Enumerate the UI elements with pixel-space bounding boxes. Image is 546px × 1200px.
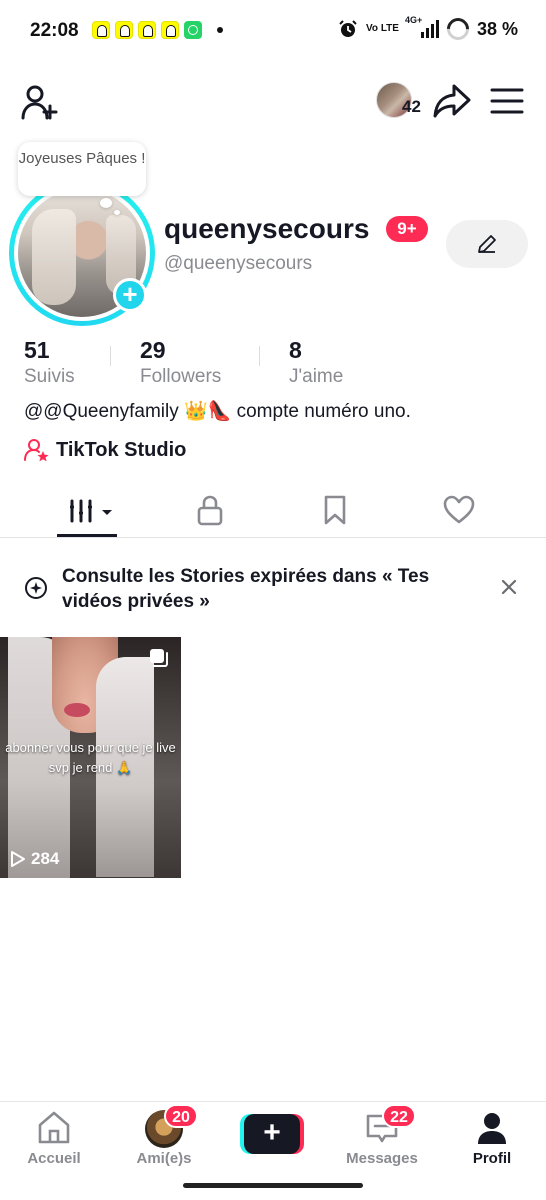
- story-sparkle-icon: [25, 577, 47, 599]
- nav-messages[interactable]: 22 Messages: [337, 1104, 427, 1167]
- profile-tabs: [0, 482, 546, 538]
- bookmark-icon: [324, 495, 346, 525]
- nav-label: Accueil: [27, 1150, 81, 1167]
- note-bubble[interactable]: Joyeuses Pâques !: [18, 142, 146, 196]
- more-notifications-dot: [217, 27, 223, 33]
- signal-icon: 4G+: [405, 15, 439, 38]
- tab-saved[interactable]: [305, 492, 365, 528]
- home-indicator[interactable]: [183, 1183, 363, 1188]
- note-bubble-text: Joyeuses Pâques !: [18, 150, 146, 167]
- profile-icon: [478, 1113, 506, 1144]
- stat-label: J'aime: [289, 366, 344, 387]
- grid-icon: [70, 499, 112, 523]
- video-caption: abonner vous pour que je live svp je ren…: [5, 740, 176, 775]
- stat-label: Followers: [140, 366, 222, 387]
- share-icon[interactable]: [432, 82, 472, 120]
- profile-views-count: 42: [402, 97, 421, 116]
- bubble-tail: [114, 210, 120, 215]
- play-icon: [11, 851, 25, 867]
- views-count: 284: [31, 849, 60, 868]
- top-nav: 42: [0, 72, 546, 128]
- lock-icon: [197, 495, 223, 526]
- stat-value: 8: [289, 337, 302, 363]
- nav-home[interactable]: Accueil: [9, 1110, 99, 1167]
- nav-label: Messages: [346, 1150, 418, 1167]
- stat-label: Suivis: [24, 366, 75, 387]
- multi-photo-icon: [150, 649, 168, 667]
- bubble-tail: [100, 198, 112, 208]
- tiktok-studio-link[interactable]: TikTok Studio: [24, 436, 186, 464]
- expired-stories-banner[interactable]: Consulte les Stories expirées dans « Tes…: [0, 548, 546, 624]
- nav-friends[interactable]: 20 Ami(e)s: [119, 1104, 209, 1167]
- add-story-button[interactable]: +: [113, 278, 147, 312]
- edit-profile-button[interactable]: [446, 220, 528, 268]
- close-icon[interactable]: [498, 576, 520, 598]
- friends-badge: 20: [164, 1104, 198, 1128]
- active-tab-indicator: [57, 534, 117, 537]
- heart-icon: [443, 495, 475, 524]
- snapchat-icon: [161, 21, 179, 39]
- stat-followers[interactable]: 29 Followers: [140, 337, 221, 388]
- pencil-icon: [478, 235, 496, 253]
- status-right: Vo LTE 4G+ 38 %: [338, 13, 518, 45]
- video-thumbnail[interactable]: abonner vous pour que je live svp je ren…: [0, 637, 181, 878]
- messages-badge: 22: [382, 1104, 416, 1128]
- tab-private[interactable]: [180, 492, 240, 528]
- video-views: 284: [10, 849, 59, 869]
- nav-profile[interactable]: Profil: [447, 1110, 537, 1167]
- tab-videos[interactable]: [57, 492, 117, 528]
- whatsapp-icon: [184, 21, 202, 39]
- stat-value: 29: [140, 337, 166, 363]
- stat-divider: [110, 346, 111, 366]
- stat-value: 51: [24, 337, 50, 363]
- create-button[interactable]: +: [240, 1114, 304, 1154]
- nav-label: Ami(e)s: [136, 1150, 192, 1167]
- snapchat-icon: [92, 21, 110, 39]
- stat-likes[interactable]: 8 J'aime: [289, 337, 343, 388]
- stat-following[interactable]: 51 Suivis: [24, 337, 75, 388]
- banner-text: Consulte les Stories expirées dans « Tes…: [62, 566, 430, 612]
- snapchat-icon: [138, 21, 156, 39]
- snapchat-icon: [115, 21, 133, 39]
- plus-icon: +: [244, 1114, 300, 1154]
- stat-divider: [259, 346, 260, 366]
- profile-handle: @queenysecours: [164, 253, 313, 274]
- tab-liked[interactable]: [429, 492, 489, 528]
- status-bar: 22:08 Vo LTE 4G+ 38 %: [0, 0, 546, 62]
- profile-username: queenysecours: [164, 213, 370, 244]
- alarm-icon: [339, 20, 357, 37]
- volte-label: Vo LTE: [366, 23, 399, 34]
- profile-bio: @@Queenyfamily 👑👠 compte numéro uno.: [24, 401, 411, 422]
- studio-label: TikTok Studio: [56, 438, 187, 461]
- studio-icon: [24, 439, 49, 462]
- home-icon: [38, 1111, 70, 1144]
- nav-label: Profil: [472, 1150, 512, 1167]
- notification-icons: [92, 21, 223, 39]
- battery-level: 38 %: [476, 18, 518, 39]
- notification-badge[interactable]: 9+: [386, 216, 428, 242]
- menu-icon[interactable]: [490, 86, 524, 116]
- battery-icon: [442, 13, 474, 45]
- status-time: 22:08: [30, 20, 79, 41]
- add-friend-icon[interactable]: [20, 82, 60, 122]
